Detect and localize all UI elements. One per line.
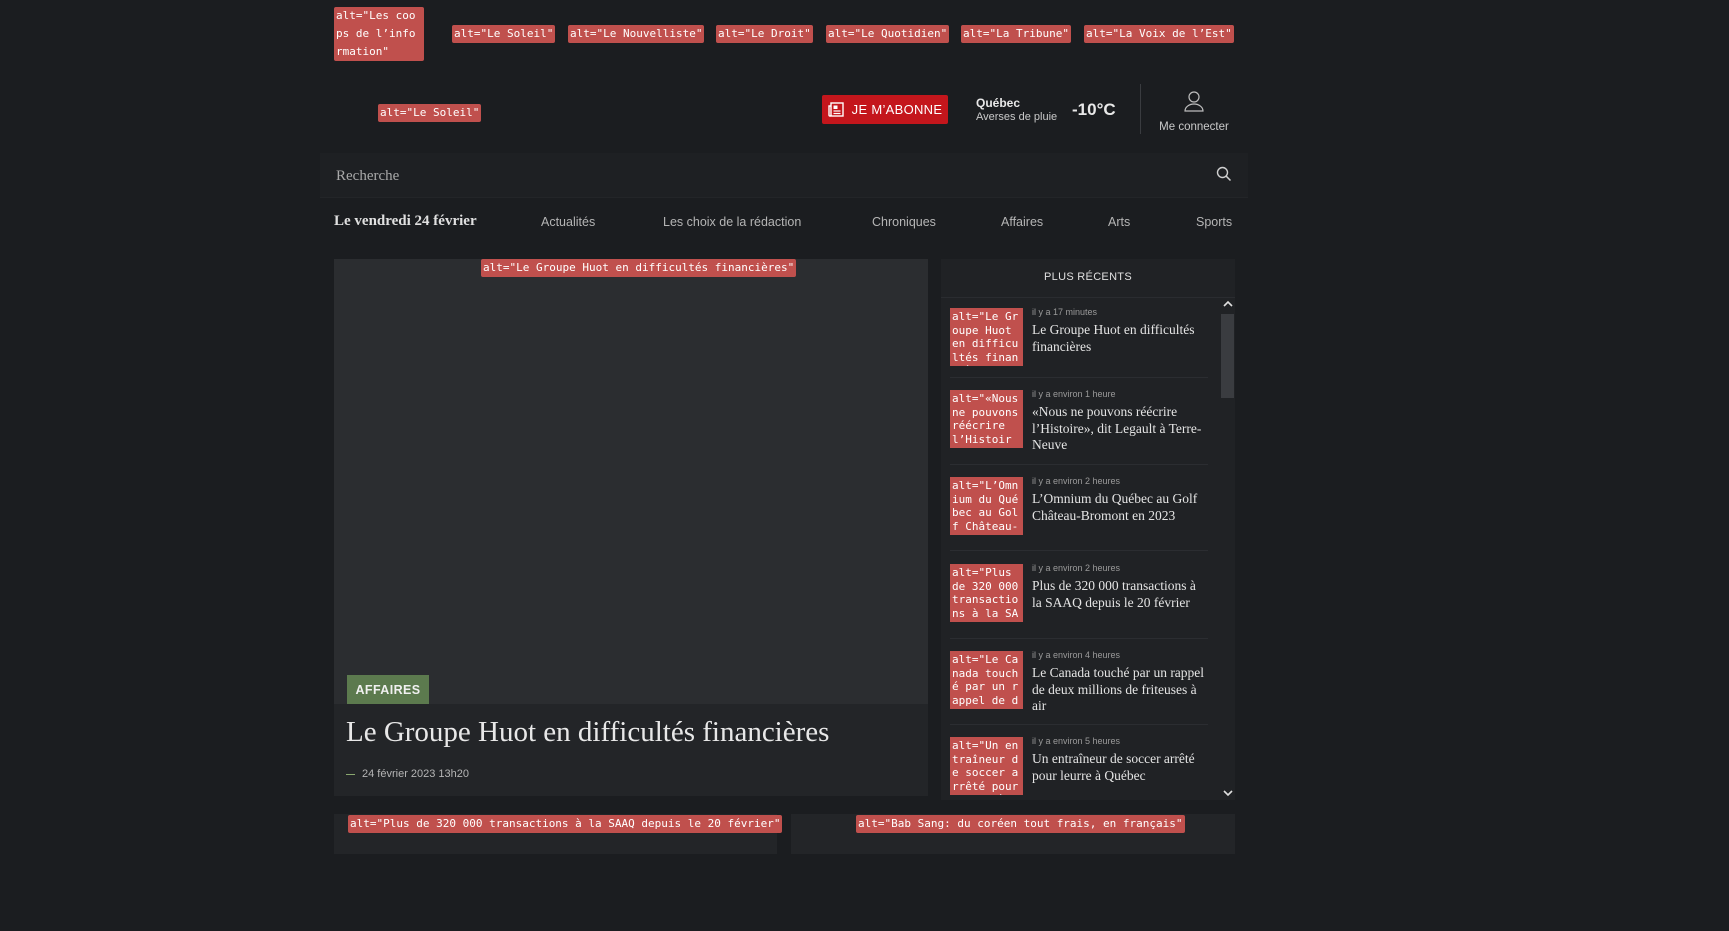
sidebar-title: PLUS RÉCENTS — [1044, 271, 1132, 283]
header-divider — [1140, 84, 1141, 134]
item-divider — [950, 550, 1208, 551]
item-title: L’Omnium du Québec au Golf Château-Bromo… — [1032, 491, 1198, 523]
item-time: il y a environ 5 heures — [1032, 736, 1121, 746]
item-thumbnail: alt="L’Omnium du Québec au Golf Château-… — [950, 477, 1023, 535]
site-logo-label: Le Soleil — [413, 106, 473, 119]
list-item[interactable]: alt="L’Omnium du Québec au Golf Château-… — [950, 469, 1208, 553]
search-bar — [320, 153, 1248, 198]
category-badge[interactable]: AFFAIRES — [347, 675, 429, 704]
network-logo-nouvelliste[interactable]: alt="Le Nouvelliste" — [568, 25, 705, 43]
network-logo-label: Le Droit — [751, 27, 805, 40]
item-time: il y a environ 1 heure — [1032, 389, 1116, 399]
date-dash — [346, 774, 355, 775]
chevron-down-icon — [1222, 790, 1233, 797]
item-divider — [950, 464, 1208, 465]
nav-link-choix-redaction[interactable]: Les choix de la rédaction — [663, 215, 801, 229]
item-time: il y a environ 2 heures — [1032, 476, 1121, 486]
weather-description: Averses de pluie — [976, 111, 1058, 123]
item-title: Plus de 320 000 transactions à la SAAQ d… — [1032, 578, 1196, 610]
item-thumbnail: alt="Plus de 320 000 transactions à la S… — [950, 564, 1023, 622]
hero-title[interactable]: Le Groupe Huot en difficultés financière… — [346, 716, 829, 749]
list-item[interactable]: alt="Le Groupe Huot en difficultés finan… — [950, 295, 1208, 379]
item-title: Le Groupe Huot en difficultés financière… — [1032, 322, 1195, 354]
item-time: il y a environ 2 heures — [1032, 563, 1121, 573]
network-logo-label: Les coops de l’information — [336, 9, 416, 58]
list-item[interactable]: alt="Plus de 320 000 transactions à la S… — [950, 555, 1208, 639]
list-item[interactable]: alt="Un entraîneur de soccer arrêté pour… — [950, 728, 1208, 798]
search-input[interactable] — [334, 165, 1198, 187]
item-thumbnail: alt="«Nous ne pouvons réécrire l’Histoir… — [950, 390, 1023, 448]
hero-image[interactable] — [334, 259, 928, 704]
network-logo-quotidien[interactable]: alt="Le Quotidien" — [826, 25, 950, 43]
item-title: Le Canada touché par un rappel de deux m… — [1032, 665, 1205, 713]
nav-link-chroniques[interactable]: Chroniques — [872, 215, 936, 229]
list-item[interactable]: alt="«Nous ne pouvons réécrire l’Histoir… — [950, 382, 1208, 466]
scroll-up-button[interactable] — [1221, 299, 1234, 311]
item-time: il y a environ 4 heures — [1032, 650, 1121, 660]
nav-link-actualites[interactable]: Actualités — [541, 215, 595, 229]
card-image-alt: alt="Bab Sang: du coréen tout frais, en … — [856, 815, 1185, 833]
weather-temperature: -10°C — [1072, 100, 1116, 119]
item-divider — [950, 377, 1208, 378]
item-title: «Nous ne pouvons réécrire l’Histoire», d… — [1032, 404, 1202, 452]
item-divider — [950, 724, 1208, 725]
item-title: Un entraîneur de soccer arrêté pour leur… — [1032, 751, 1195, 783]
login-label: Me connecter — [1159, 121, 1229, 133]
hero-image-alt: alt="Le Groupe Huot en difficultés finan… — [481, 259, 797, 277]
network-logo-droit[interactable]: alt="Le Droit" — [716, 25, 813, 43]
weather-city: Québec — [976, 96, 1021, 110]
item-thumbnail: alt="Un entraîneur de soccer arrêté pour… — [950, 737, 1023, 795]
subscribe-button[interactable]: JE M’ABONNE — [822, 95, 948, 124]
network-logo-label: La Voix de l’Est — [1119, 27, 1226, 40]
user-icon — [1184, 91, 1204, 112]
sidebar-scrollbar-thumb[interactable] — [1221, 314, 1234, 398]
hero-date: 24 février 2023 13h20 — [362, 768, 470, 780]
network-logo-tribune[interactable]: alt="La Tribune" — [961, 25, 1071, 43]
network-logo-label: Le Nouvelliste — [603, 27, 696, 40]
card-image-alt-label: Bab Sang: du coréen tout frais, en franç… — [891, 817, 1176, 830]
hero-image-alt-label: Le Groupe Huot en difficultés financière… — [516, 261, 788, 274]
network-logo-label: Le Quotidien — [861, 27, 941, 40]
item-thumbnail: alt="Le Canada touché par un rappel de d… — [950, 651, 1023, 709]
list-item[interactable]: alt="Le Canada touché par un rappel de d… — [950, 642, 1208, 726]
nav-link-arts[interactable]: Arts — [1108, 215, 1130, 229]
network-logo-label: La Tribune — [996, 27, 1063, 40]
network-logo-voix-est[interactable]: alt="La Voix de l’Est" — [1084, 25, 1234, 43]
search-button[interactable] — [1216, 166, 1232, 187]
search-icon — [1216, 166, 1232, 182]
item-thumbnail: alt="Le Groupe Huot en difficultés finan… — [950, 308, 1023, 366]
scroll-down-button[interactable] — [1221, 788, 1234, 800]
subscribe-label: JE M’ABONNE — [851, 102, 943, 117]
nav-link-sports[interactable]: Sports — [1196, 215, 1232, 229]
site-logo[interactable]: alt="Le Soleil" — [378, 104, 482, 122]
current-date: Le vendredi 24 février — [334, 213, 477, 229]
network-logo-soleil[interactable]: alt="Le Soleil" — [452, 25, 556, 43]
card-image-alt-label: Plus de 320 000 transactions à la SAAQ d… — [383, 817, 774, 830]
item-time: il y a 17 minutes — [1032, 307, 1098, 317]
item-divider — [950, 638, 1208, 639]
network-logo-coops[interactable]: alt="Les coops de l’information" — [334, 7, 424, 61]
chevron-up-icon — [1222, 300, 1233, 307]
card-image-alt: alt="Plus de 320 000 transactions à la S… — [348, 815, 783, 833]
network-logo-label: Le Soleil — [487, 27, 547, 40]
newspaper-icon — [827, 102, 844, 117]
login-button[interactable]: Me connecter — [1150, 90, 1238, 133]
nav-link-affaires[interactable]: Affaires — [1001, 215, 1043, 229]
